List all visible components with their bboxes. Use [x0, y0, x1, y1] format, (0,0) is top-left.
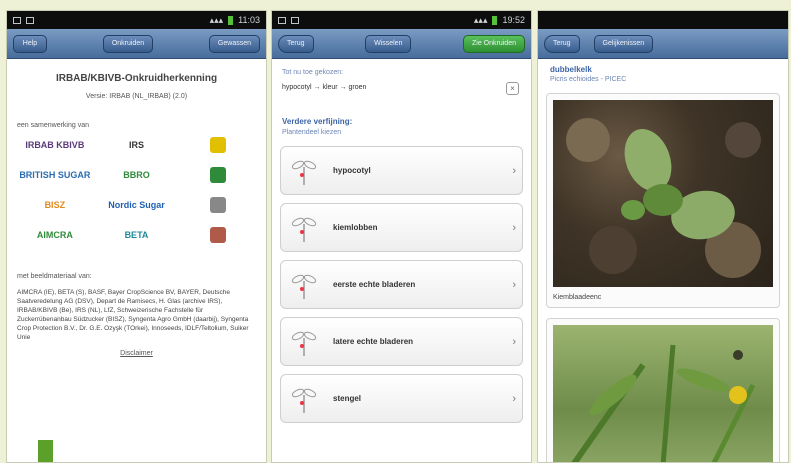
chosen-label: Tot nu toe gekozen: — [282, 69, 344, 76]
seedling-photo[interactable] — [553, 100, 773, 287]
crops-button[interactable]: Gewassen — [208, 34, 260, 53]
weeds-button[interactable]: Onkruiden — [102, 34, 154, 53]
plant-part-option[interactable]: kiemlobben › — [280, 203, 523, 252]
partner-logo: BETA — [124, 230, 149, 240]
seedling-icon — [287, 381, 321, 417]
chevron-right-icon: › — [512, 392, 516, 405]
chevron-right-icon: › — [512, 278, 516, 291]
switch-button[interactable]: Wisselen — [365, 34, 412, 53]
signal-icon: ▴▴▴ — [209, 14, 224, 25]
option-label: hypocotyl — [333, 166, 371, 175]
pause-icon — [291, 16, 299, 24]
partner-logo: IRBAB KBIVB — [25, 140, 85, 150]
nav-bar: Terug Gelijkenissen — [538, 29, 788, 59]
partner-logo: IRS — [128, 140, 144, 150]
app-title: IRBAB/KBIVB-Onkruidherkenning — [55, 73, 218, 84]
seedling-image — [566, 118, 761, 278]
status-bar — [538, 11, 788, 29]
partner-logo: Nordic Sugar — [108, 200, 165, 210]
plant-image — [571, 344, 756, 462]
see-weeds-button[interactable]: Zie Onkruiden — [463, 34, 525, 53]
seedling-icon — [287, 324, 321, 360]
phone-screen-selection: ▴▴▴ 19:52 Terug Wisselen Zie Onkruiden T… — [271, 10, 532, 463]
status-time: 19:52 — [502, 15, 525, 25]
chosen-path: hypocotyl → kleur → groen — [282, 84, 367, 91]
chosen-so-far: Tot nu toe gekozen: hypocotyl → kleur → … — [272, 59, 531, 95]
status-bar: ▴▴▴ 19:52 — [272, 11, 531, 29]
similarities-button[interactable]: Gelijkenissen — [593, 34, 654, 53]
seedling-icon — [287, 210, 321, 246]
plant-part-options: hypocotyl › kiemlobben › eerste echte blader… — [272, 146, 531, 423]
back-button[interactable]: Terug — [544, 34, 580, 53]
phone-screen-species: Terug Gelijkenissen dubbelkelk Picris ec… — [537, 10, 789, 463]
chevron-right-icon: › — [512, 164, 516, 177]
disclaimer-link[interactable]: Disclaimer — [17, 350, 256, 357]
option-label: kiemlobben — [333, 223, 378, 232]
battery-icon — [492, 15, 498, 25]
photo-card-2[interactable] — [546, 318, 780, 462]
clear-selection-button[interactable]: × — [506, 82, 519, 95]
partner-logos: IRBAB KBIVB IRS BRITISH SUGAR BBRO BISZ Nordi… — [17, 137, 256, 243]
refine-subtitle: Plantendeel kiezen — [282, 129, 342, 136]
partner-logo — [210, 167, 227, 183]
seedling-icon — [287, 267, 321, 303]
battery-icon — [228, 15, 234, 25]
green-tab-marker — [38, 440, 53, 462]
nav-bar: Help Onkruiden Gewassen — [7, 29, 266, 59]
version-text: Versie: IRBAB (NL_IRBAB) (2.0) — [85, 93, 188, 100]
notification-icon — [278, 16, 286, 24]
partner-logo — [210, 197, 227, 213]
chevron-right-icon: › — [512, 335, 516, 348]
sponsors-label: met beeldmateriaal van: — [17, 273, 92, 280]
partner-logo — [210, 227, 227, 243]
refine-title: Verdere verfijning: — [282, 117, 353, 126]
sponsors-text: AIMCRA (IE), BETA (S), BASF, Bayer CropS… — [17, 289, 249, 341]
option-label: stengel — [333, 394, 362, 403]
partner-logo: BBRO — [123, 170, 150, 180]
signal-icon: ▴▴▴ — [473, 14, 488, 25]
species-name: dubbelkelk — [550, 65, 592, 74]
nav-bar: Terug Wisselen Zie Onkruiden — [272, 29, 531, 59]
notification-icon — [13, 16, 21, 24]
plant-part-option[interactable]: latere echte bladeren › — [280, 317, 523, 366]
species-header: dubbelkelk Picris echioides - PICEC — [538, 59, 788, 83]
option-label: eerste echte bladeren — [333, 280, 416, 289]
status-bar: ▴▴▴ 11:03 — [7, 11, 266, 29]
back-button[interactable]: Terug — [278, 34, 314, 53]
photo-caption: Kiemblaadeenc — [553, 294, 602, 301]
species-latin-name: Picris echioides - PICEC — [550, 76, 627, 83]
option-label: latere echte bladeren — [333, 337, 414, 346]
chevron-right-icon: › — [512, 221, 516, 234]
plant-part-option[interactable]: stengel › — [280, 374, 523, 423]
plant-part-option[interactable]: eerste echte bladeren › — [280, 260, 523, 309]
help-button[interactable]: Help — [13, 34, 47, 53]
gallery-icon — [26, 16, 34, 24]
partner-logo — [210, 137, 227, 153]
photo-card[interactable]: Kiemblaadeenc — [546, 93, 780, 308]
plant-photo[interactable] — [553, 325, 773, 462]
seedling-icon — [287, 153, 321, 189]
status-time: 11:03 — [238, 15, 260, 25]
partner-logo: BRITISH SUGAR — [19, 170, 91, 180]
collab-label: een samenwerking van — [17, 122, 89, 129]
partner-logo: AIMCRA — [36, 230, 73, 240]
plant-part-option[interactable]: hypocotyl › — [280, 146, 523, 195]
phone-screen-info: ▴▴▴ 11:03 Help Onkruiden Gewassen IRBAB/… — [6, 10, 267, 463]
partner-logo: BISZ — [44, 200, 66, 210]
